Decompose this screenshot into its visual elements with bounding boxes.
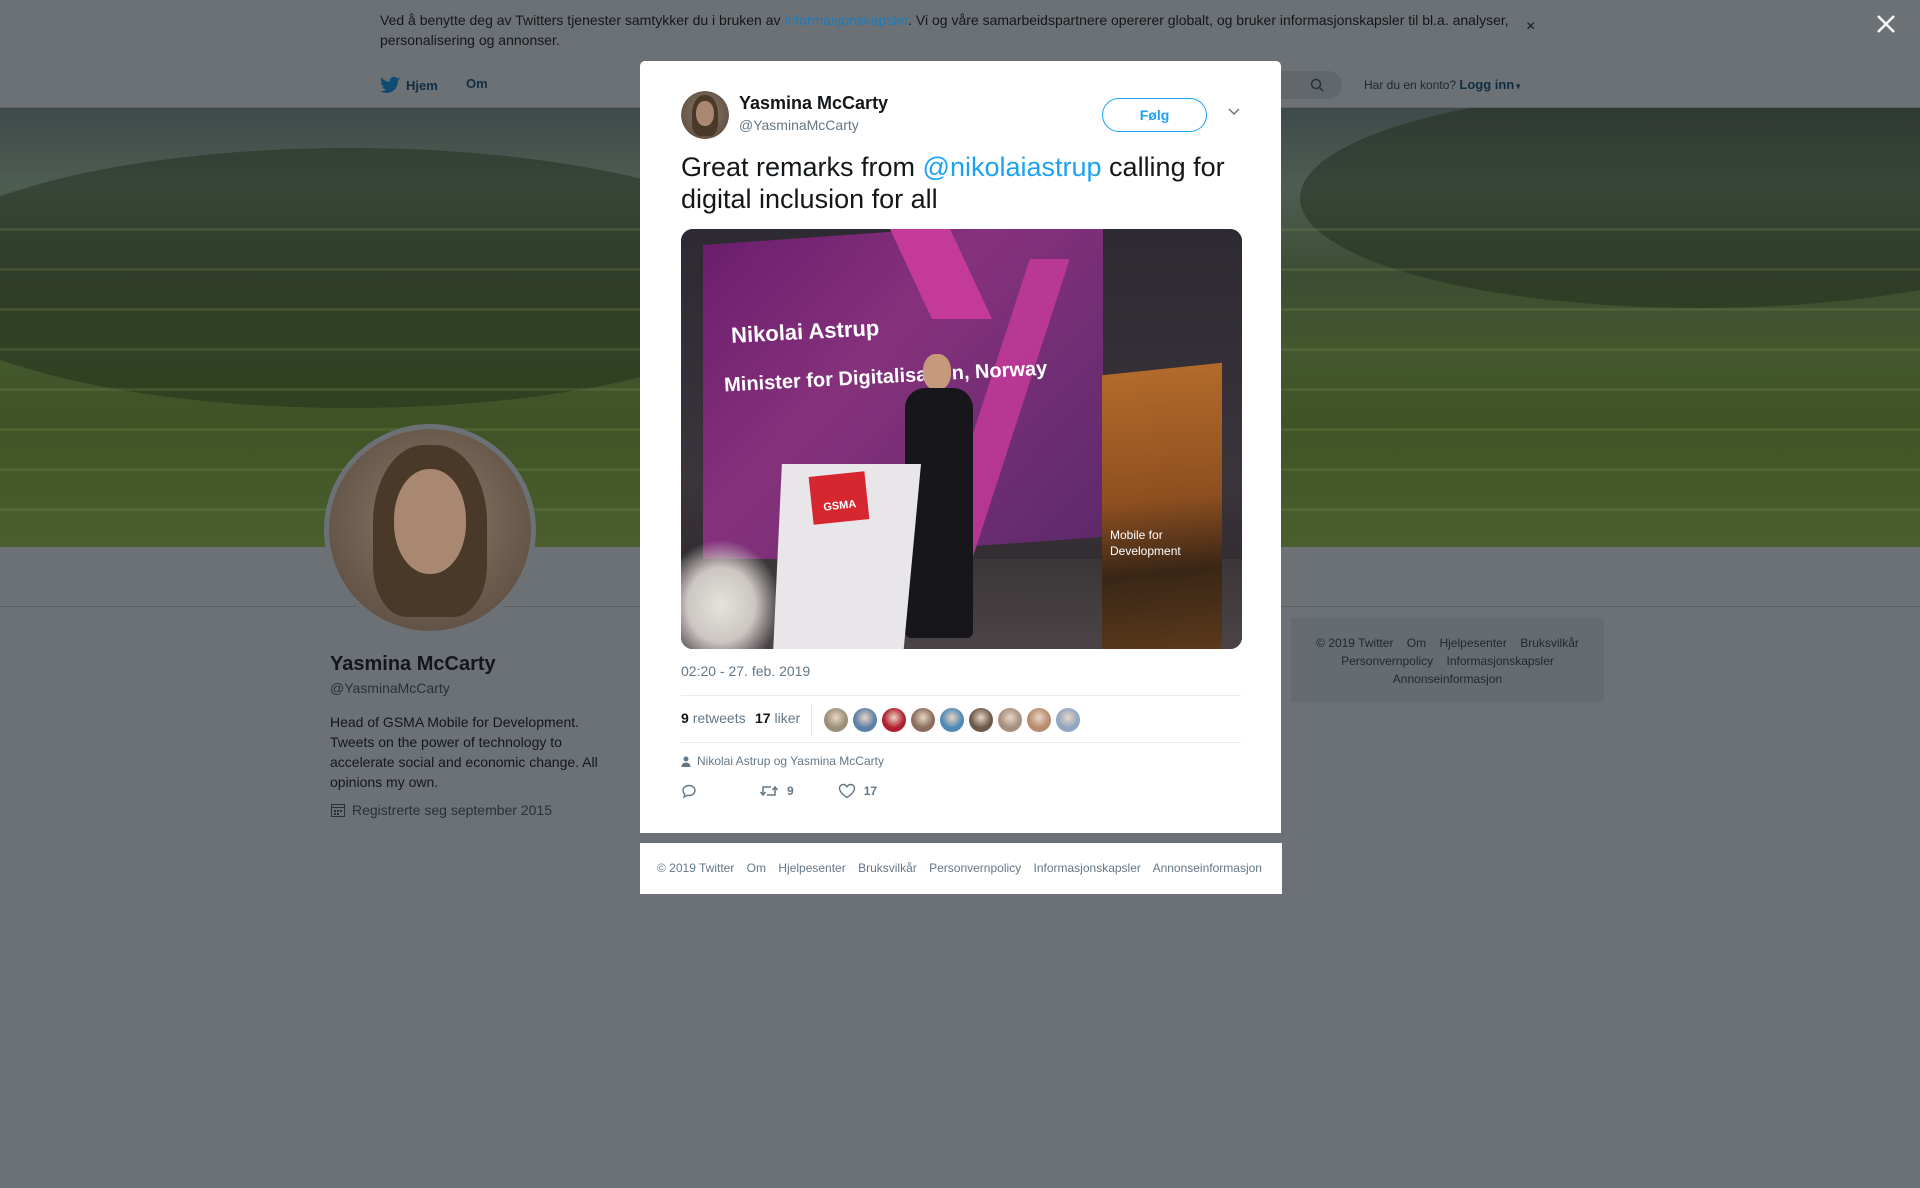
- tweet-mention-link[interactable]: @nikolaiastrup: [923, 152, 1102, 182]
- retweets-stat[interactable]: 9 retweets: [681, 710, 746, 726]
- footer-link[interactable]: © 2019 Twitter: [1316, 636, 1393, 650]
- caret-down-icon: ▼: [1514, 82, 1523, 91]
- footer-link[interactable]: Om: [1407, 636, 1426, 650]
- tweet-author-name[interactable]: Yasmina McCarty: [739, 93, 888, 114]
- footer-link[interactable]: Hjelpesenter: [1439, 636, 1506, 650]
- liker-avatar[interactable]: [969, 708, 993, 732]
- like-button[interactable]: 17: [838, 783, 877, 799]
- likes-stat[interactable]: 17 liker: [755, 710, 800, 726]
- nav-about[interactable]: Om: [466, 76, 488, 91]
- tweet-stats: 9 retweets 17 liker: [681, 695, 1241, 743]
- footer-link[interactable]: Bruksvilkår: [1520, 636, 1579, 650]
- gsma-logo: GSMA: [808, 471, 870, 525]
- likers-avatars: [824, 708, 1080, 732]
- person-icon: [681, 756, 691, 767]
- modal-footer: © 2019 Twitter Om Hjelpesenter Bruksvilk…: [640, 843, 1282, 894]
- footer-link[interactable]: Informasjonskapsler: [1447, 654, 1554, 668]
- profile-handle[interactable]: @YasminaMcCarty: [330, 680, 450, 696]
- tweet-actions: 9 17: [681, 783, 877, 799]
- liker-avatar[interactable]: [853, 708, 877, 732]
- profile-joined: Registrerte seg september 2015: [330, 802, 552, 818]
- footer-link[interactable]: Bruksvilkår: [858, 861, 917, 875]
- retweet-button[interactable]: 9: [759, 783, 794, 799]
- calendar-icon: [331, 804, 345, 817]
- liker-avatar[interactable]: [1056, 708, 1080, 732]
- liker-avatar[interactable]: [1027, 708, 1051, 732]
- photo-banner-text: Mobile for Development: [1110, 528, 1181, 558]
- account-login[interactable]: Har du en konto? Logg inn▼: [1364, 77, 1522, 92]
- tweet-timestamp[interactable]: 02:20 - 27. feb. 2019: [681, 663, 810, 679]
- footer-link[interactable]: Annonseinformasjon: [1393, 672, 1502, 686]
- footer-link[interactable]: Annonseinformasjon: [1153, 861, 1262, 875]
- nav-home[interactable]: Hjem: [380, 76, 438, 94]
- cookie-banner-close-button[interactable]: ×: [1526, 18, 1535, 36]
- liker-avatar[interactable]: [824, 708, 848, 732]
- liker-avatar[interactable]: [940, 708, 964, 732]
- tweet-text: Great remarks from @nikolaiastrup callin…: [681, 152, 1225, 214]
- tweet-author-handle[interactable]: @YasminaMcCarty: [739, 117, 859, 133]
- footer-link[interactable]: Om: [747, 861, 766, 875]
- cookie-banner-text: Ved å benytte deg av Twitters tjenester …: [380, 12, 1509, 48]
- footer-link[interactable]: Informasjonskapsler: [1034, 861, 1141, 875]
- reply-icon: [682, 784, 696, 799]
- profile-name[interactable]: Yasmina McCarty: [330, 653, 496, 676]
- chevron-down-icon[interactable]: [1227, 106, 1241, 116]
- footer-link[interactable]: © 2019 Twitter: [657, 861, 734, 875]
- retweet-icon: [759, 785, 779, 797]
- tweet-author-avatar[interactable]: [681, 91, 729, 139]
- liker-avatar[interactable]: [911, 708, 935, 732]
- login-link[interactable]: Logg inn: [1459, 77, 1514, 92]
- footer-link[interactable]: Personvernpolicy: [1341, 654, 1433, 668]
- reply-button[interactable]: [681, 783, 697, 799]
- liker-avatar[interactable]: [882, 708, 906, 732]
- heart-icon: [838, 783, 855, 799]
- tweet-modal: Yasmina McCarty @YasminaMcCarty Følg Gre…: [640, 61, 1281, 833]
- footer-link[interactable]: Hjelpesenter: [778, 861, 845, 875]
- tweet-photo[interactable]: Nikolai Astrup Minister for Digitalisati…: [681, 229, 1242, 649]
- sidebar-footer: © 2019 Twitter Om Hjelpesenter Bruksvilk…: [1291, 618, 1604, 702]
- search-icon: [1310, 78, 1324, 92]
- twitter-bird-icon: [380, 76, 400, 93]
- cookie-policy-link[interactable]: informasjonskapsler: [784, 12, 908, 28]
- footer-link[interactable]: Personvernpolicy: [929, 861, 1021, 875]
- profile-bio: Head of GSMA Mobile for Development. Twe…: [330, 714, 598, 790]
- reply-participants: Nikolai Astrup og Yasmina McCarty: [681, 754, 884, 768]
- close-icon[interactable]: [1874, 12, 1898, 36]
- liker-avatar[interactable]: [998, 708, 1022, 732]
- profile-avatar[interactable]: [324, 424, 536, 636]
- cookie-banner: Ved å benytte deg av Twitters tjenester …: [0, 0, 1920, 61]
- follow-button[interactable]: Følg: [1102, 98, 1207, 132]
